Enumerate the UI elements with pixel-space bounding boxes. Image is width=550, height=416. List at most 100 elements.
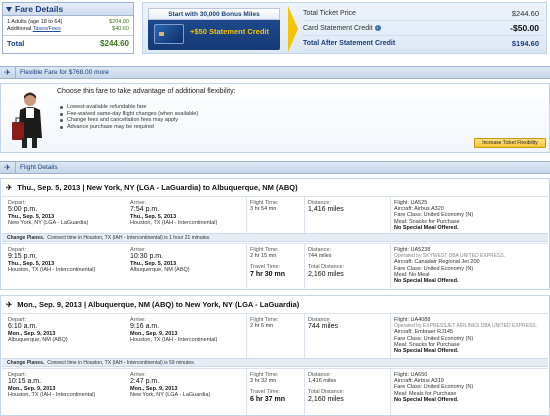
distance: 1,416 miles [308,206,344,214]
adults-value: $204.00 [109,19,129,25]
collapse-arrow-icon[interactable] [6,6,12,12]
flexible-fare-title: Choose this fare to take advantage of ad… [57,88,236,95]
flexible-fare-header-label: Flexible Fare for $768.00 more [20,69,109,76]
fare-row-fees: Additional Taxes/Fees $40.60 [3,26,133,33]
special-meal: No Special Meal Offered. [394,348,459,355]
card-credit-label: Card Statement Credit [303,24,373,32]
depart-time: 9:15 p.m. [8,253,38,261]
arrive-col: Arrive: 10:30 p.m. Thu., Sep. 5, 2013 Al… [130,247,190,274]
total-distance: 2,160 miles [308,395,344,403]
fare-details-panel: Fare Details 1 Adults (age 18 to 64) $20… [2,2,134,54]
depart-col: Depart: 6:10 a.m. Mon., Sep. 9, 2013 Alb… [8,317,68,344]
flight-time-col: Flight Time: 2 hr 15 mn Travel Time: 7 h… [250,247,285,279]
traveler-image [12,92,42,148]
plane-icon: ✈ [6,182,13,192]
benefit-item: Lowest-available refundable fare [60,104,198,111]
distance-col: Distance: 1,416 miles Total Distance: 2,… [308,372,344,404]
total-ticket-label: Total Ticket Price [303,9,356,17]
distance-col: Distance: 744 miles Total Distance: 2,16… [308,247,344,279]
change-planes-label: Change Planes. [7,359,45,366]
special-meal: No Special Meal Offered. [394,224,459,231]
flight-segment: Depart: 6:10 a.m. Mon., Sep. 9, 2013 Alb… [2,313,548,358]
depart-place: Houston, TX (IAH - Intercontinental) [8,392,96,399]
adults-label: 1 Adults (age 18 to 64) [7,19,63,25]
special-meal: No Special Meal Offered. [394,396,459,403]
arrive-place: Albuquerque, NM (ABQ) [130,267,190,274]
flight-details-header: ✈ Flight Details [0,161,550,174]
plane-icon: ✈ [0,161,16,174]
distance: 1,416 miles [308,378,337,385]
fare-total-row: Total $244.60 [3,35,133,48]
flight-time-col: Flight Time: 3 hr 32 mn Travel Time: 6 h… [250,372,285,404]
connection-text: Connect time in Houston, TX (IAH - Inter… [47,234,211,241]
arrive-time: 2:47 p.m. [130,378,160,386]
flight-time: 3 hr 32 mn [250,378,277,385]
depart-time: 6:10 a.m. [8,323,38,331]
total-distance-label: Total Distance: [308,264,345,271]
trip-header: ✈ Thu., Sep. 5, 2013 | New York, NY (LGA… [2,181,548,193]
fare-class: Fare Class: United Economy (N) [394,212,474,219]
taxes-fees-link[interactable]: Taxes/Fees [33,26,61,32]
depart-place: Albuquerque, NM (ABQ) [8,337,68,344]
fare-details-title: Fare Details [15,4,64,14]
flight-time: 2 hr 6 mn [250,323,274,330]
flight-time-col: Flight Time: 2 hr 6 mn [250,317,278,329]
flexible-fare-header[interactable]: ✈ Flexible Fare for $768.00 more [0,66,550,79]
travel-time: 6 hr 37 mn [250,395,286,403]
info-icon[interactable]: i [374,24,381,31]
travel-time-label: Travel Time: [250,389,281,396]
total-label: Total [7,39,25,48]
depart-place: Houston, TX (IAH - Intercontinental) [8,267,96,274]
fees-value: $40.60 [112,26,129,32]
total-distance: 2,160 miles [308,270,344,278]
arrive-time: 10:30 p.m. [130,253,164,261]
travel-time: 7 hr 30 mn [250,270,286,278]
total-distance-label: Total Distance: [308,389,345,396]
connection-text: Connect time in Houston, TX (IAH - Inter… [47,359,195,366]
arrive-col: Arrive: 9:16 a.m. Mon., Sep. 9, 2013 Hou… [130,317,217,344]
increase-flexibility-button[interactable]: Increase Ticket Flexibility [474,138,546,148]
flexible-fare-benefits: Lowest-available refundable fare Fee-wai… [60,104,198,130]
connection-info: Change Planes. Connect time in Houston, … [2,358,548,367]
arrive-col: Arrive: 7:54 p.m. Thu., Sep. 5, 2013 Hou… [130,200,217,227]
card-credit-row: Card Statement Credit i -$50.00 [303,21,543,36]
arrive-place: Houston, TX (IAH - Intercontinental) [130,337,218,344]
statement-credit-text: +$50 Statement Credit [190,27,269,36]
flight-time: 3 hr 54 mn [250,206,277,213]
depart-place: New York, NY (LGA - LaGuardia) [8,220,89,227]
trip-title: Mon., Sep. 9, 2013 | Albuquerque, NM (AB… [17,299,300,309]
arrive-time: 9:16 a.m. [130,323,160,331]
travel-time-label: Travel Time: [250,264,281,271]
flight-time-col: Flight Time: 3 hr 54 mn [250,200,278,212]
benefit-item: Advance purchase may be required [60,124,198,131]
flight-info-col: Flight: UA650 Aircraft: Airbus A319 Fare… [394,372,473,403]
trip-title: Thu., Sep. 5, 2013 | New York, NY (LGA -… [17,182,298,192]
plane-icon: ✈ [0,66,16,79]
change-planes-label: Change Planes. [7,234,45,241]
flight-details-title: Flight Details [20,164,58,171]
price-summary: Total Ticket Price $244.60 Card Statemen… [303,6,543,51]
bonus-miles-banner[interactable]: Start with 30,000 Bonus Miles [148,8,280,20]
card-offer-banner[interactable]: Start with 30,000 Bonus Miles +$50 State… [148,8,280,50]
flight-info-col: Flight: UA525 Aircraft: Airbus A320 Fare… [394,200,473,231]
connection-info: Change Planes. Connect time in Houston, … [2,233,548,242]
depart-time: 10:15 a.m. [8,378,42,386]
distance: 744 miles [308,253,332,260]
arrive-place: New York, NY (LGA - LaGuardia) [130,392,211,399]
fare-details-header[interactable]: Fare Details [3,3,133,16]
flight-segment: Depart: 9:15 p.m. Thu., Sep. 5, 2013 Hou… [2,243,548,290]
distance-col: Distance: 1,416 miles [308,200,344,214]
chevron-right-icon [288,6,298,52]
total-value: $244.60 [100,39,129,48]
depart-col: Depart: 10:15 a.m. Mon., Sep. 9, 2013 Ho… [8,372,95,399]
depart-time: 5:00 p.m. [8,206,38,214]
trip-header: ✈ Mon., Sep. 9, 2013 | Albuquerque, NM (… [2,298,548,310]
fare-row-adults: 1 Adults (age 18 to 64) $204.00 [3,19,133,26]
after-credit-row: Total After Statement Credit $194.60 [303,36,543,51]
card-promo-panel: Start with 30,000 Bonus Miles +$50 State… [142,2,547,54]
arrive-place: Houston, TX (IAH - Intercontinental) [130,220,218,227]
credit-card-image [154,24,184,44]
distance: 744 miles [308,323,338,331]
flight-info-col: Flight: UA5238 Operated by SKYWEST DBA U… [394,247,505,284]
fees-prefix: Additional [7,26,33,32]
